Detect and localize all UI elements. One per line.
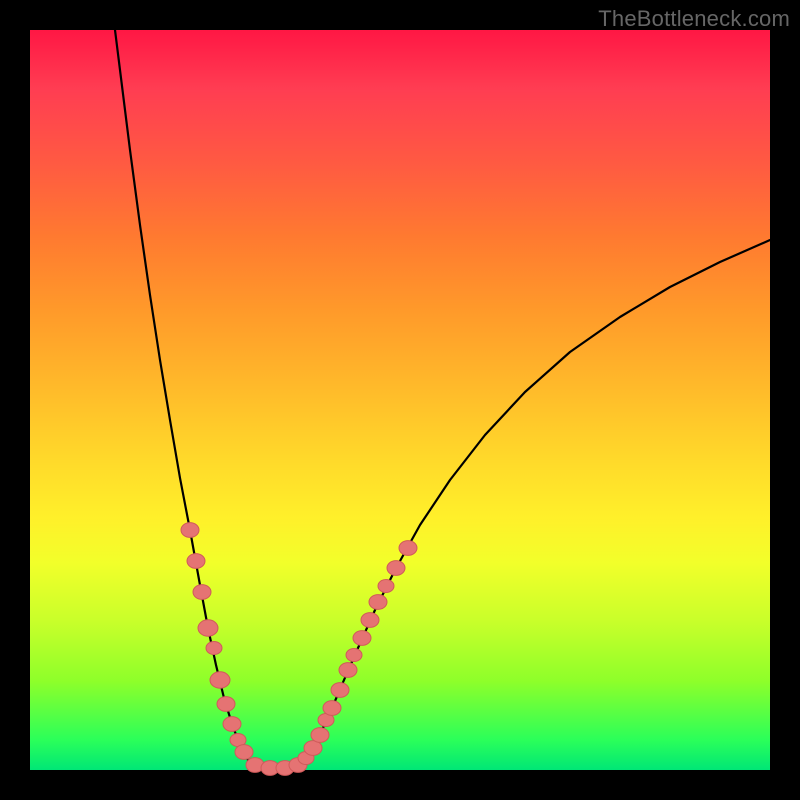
data-dot <box>217 697 235 712</box>
data-dot <box>198 620 218 636</box>
data-dot <box>206 641 222 654</box>
plot-area <box>30 30 770 770</box>
data-dot <box>235 745 253 760</box>
watermark-text: TheBottleneck.com <box>598 6 790 32</box>
data-dot <box>331 683 349 698</box>
data-dot <box>369 595 387 610</box>
data-dot <box>361 613 379 628</box>
chart-frame: TheBottleneck.com <box>0 0 800 800</box>
data-dot <box>187 554 205 569</box>
chart-svg <box>30 30 770 770</box>
data-dot <box>193 585 211 600</box>
data-dot <box>399 541 417 556</box>
data-dot <box>339 663 357 678</box>
data-dot <box>181 523 199 538</box>
bottleneck-curve <box>115 30 770 768</box>
data-dot <box>387 561 405 576</box>
data-dot <box>353 631 371 646</box>
data-dot <box>346 648 362 661</box>
data-dot <box>311 728 329 743</box>
data-dot <box>223 717 241 732</box>
data-dot <box>210 672 230 688</box>
data-dot <box>323 701 341 716</box>
data-dot <box>378 579 394 592</box>
